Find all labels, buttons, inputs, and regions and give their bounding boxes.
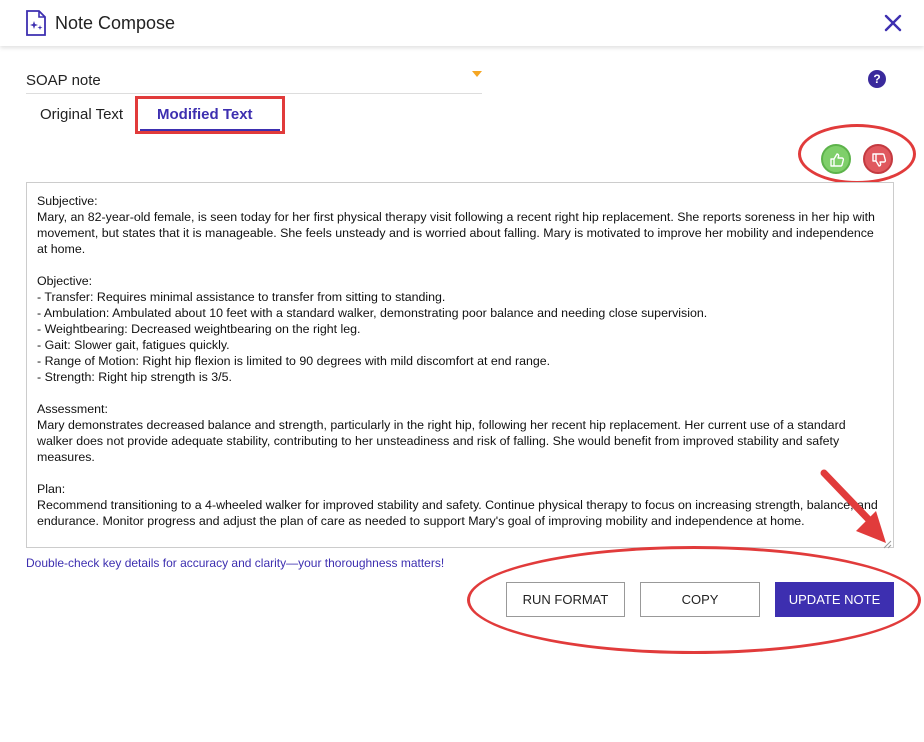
caret-down-icon[interactable] [472,71,482,77]
close-icon[interactable] [883,13,903,33]
annotation-arrow-icon [810,465,900,555]
annotation-highlight-tab [135,96,285,134]
help-icon[interactable]: ? [868,70,886,88]
annotation-circle-feedback [798,124,916,184]
dialog-header: Note Compose [0,0,924,46]
note-text-area[interactable]: Subjective: Mary, an 82-year-old female,… [26,182,894,548]
accuracy-hint: Double-check key details for accuracy an… [26,556,445,570]
note-template-value: SOAP note [26,72,101,89]
dialog-title: Note Compose [55,13,176,33]
note-template-select[interactable]: SOAP note [26,65,482,94]
annotation-circle-buttons [467,546,921,654]
tab-original-text[interactable]: Original Text [40,104,123,126]
note-sparkle-icon [24,10,48,36]
